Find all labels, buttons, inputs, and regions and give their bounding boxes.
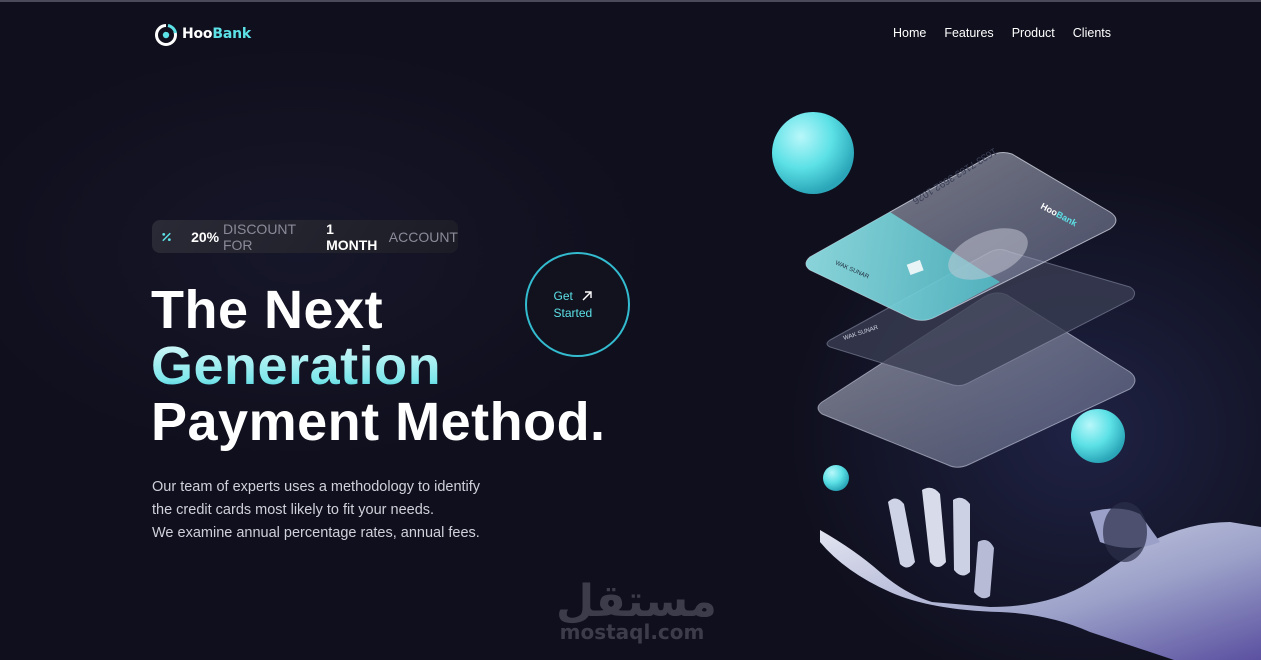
decorative-sphere-medium	[1071, 409, 1125, 463]
hero-description: Our team of experts uses a methodology t…	[152, 476, 532, 545]
watermark-latin: mostaql.com	[559, 620, 705, 644]
robot-hand	[820, 487, 1261, 660]
mostaql-watermark: مستقل mostaql.com	[556, 576, 717, 644]
discount-badge: 20% DISCOUNT FOR 1 MONTH ACCOUNT	[152, 220, 458, 253]
watermark-arabic: مستقل	[556, 576, 717, 627]
hero-heading-line2: Generation	[151, 338, 606, 394]
badge-text2: ACCOUNT	[388, 228, 458, 245]
badge-percent: 20%	[191, 228, 220, 245]
nav-product-link[interactable]: Product	[1012, 26, 1055, 40]
get-started-line2: Started	[553, 305, 593, 320]
nav-features-link[interactable]: Features	[944, 26, 993, 40]
get-started-line1: Get	[553, 288, 573, 303]
nav-clients-link[interactable]: Clients	[1073, 26, 1111, 40]
get-started-button[interactable]: Get Started	[525, 252, 630, 357]
badge-text1: DISCOUNT FOR	[222, 220, 296, 253]
hero-description-line3: We examine annual percentage rates, annu…	[152, 525, 480, 541]
hero-description-line1: Our team of experts uses a methodology t…	[152, 479, 481, 495]
main-nav: Home Features Product Clients	[893, 26, 1111, 40]
nav-home-link[interactable]: Home	[893, 26, 926, 40]
decorative-sphere-large	[772, 112, 854, 194]
arrow-up-right-icon	[582, 291, 592, 301]
discount-icon	[162, 232, 171, 241]
brand-name: HooBank	[182, 26, 251, 42]
hero-description-line2: the credit cards most likely to fit your…	[152, 502, 435, 518]
logo-icon	[155, 24, 177, 46]
hero-heading-line3: Payment Method.	[151, 392, 606, 452]
get-started-label: Get Started	[554, 288, 602, 322]
page: HooBank Home Features Product Clients 20…	[0, 0, 1261, 660]
hero-illustration: WAK SUNAR 1633 7163 3692 1026 WAK SUNAR …	[772, 112, 1261, 660]
decorative-sphere-small	[823, 465, 849, 491]
badge-months: 1 MONTH	[326, 220, 378, 253]
brand-logo[interactable]: HooBank	[154, 22, 251, 46]
